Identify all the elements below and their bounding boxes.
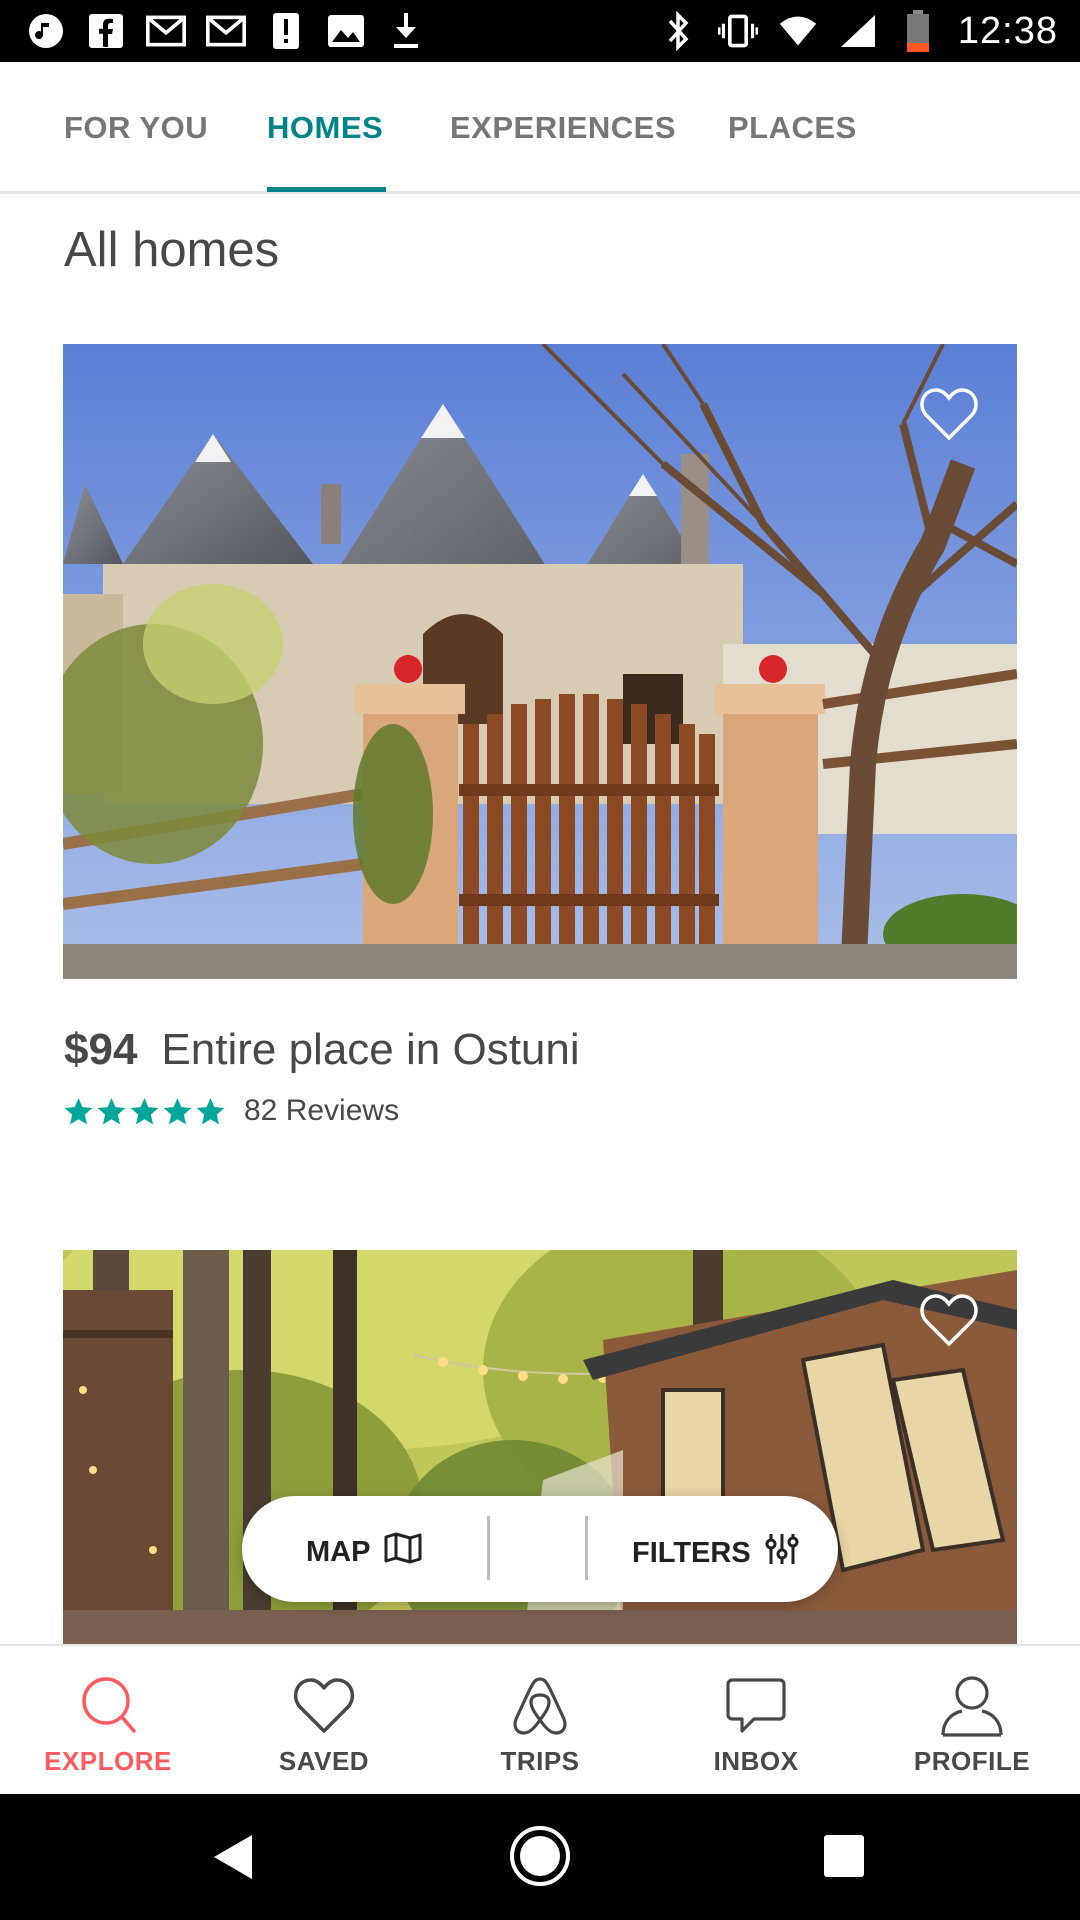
listing-photo[interactable] (63, 344, 1017, 979)
star-icon (97, 1097, 126, 1124)
save-heart-icon[interactable] (919, 1292, 979, 1348)
filters-button-label: FILTERS (632, 1536, 751, 1569)
map-filters-bar: MAP FILTERS (242, 1496, 838, 1602)
active-tab-indicator (267, 187, 386, 192)
filters-button[interactable]: FILTERS (632, 1532, 799, 1574)
section-heading: All homes (64, 223, 280, 277)
alert-icon (266, 11, 306, 51)
map-button-label: MAP (306, 1535, 371, 1568)
nav-explore[interactable]: EXPLORE (0, 1646, 216, 1796)
trulli-house-photo (63, 344, 1017, 979)
tab-places[interactable]: PLACES (728, 110, 857, 146)
wifi-icon (778, 11, 818, 51)
image-icon (326, 11, 366, 51)
person-icon (940, 1674, 1004, 1738)
save-heart-icon[interactable] (919, 386, 979, 442)
vibrate-icon (717, 11, 758, 51)
nav-saved[interactable]: SAVED (216, 1646, 432, 1796)
category-tabs: FOR YOU HOMES EXPERIENCES PLACES (0, 62, 1080, 194)
map-button[interactable]: MAP (306, 1532, 422, 1572)
chat-bubble-icon (724, 1674, 788, 1738)
tab-for-you[interactable]: FOR YOU (64, 110, 208, 146)
star-icon (64, 1097, 93, 1124)
star-icon (196, 1097, 225, 1124)
nav-trips[interactable]: TRIPS (432, 1646, 648, 1796)
system-navigation-bar (0, 1794, 1080, 1920)
airbnb-logo-icon (508, 1674, 572, 1738)
star-rating (63, 1096, 226, 1127)
nav-profile-label: PROFILE (913, 1746, 1031, 1776)
nav-inbox-label: INBOX (713, 1746, 799, 1776)
download-icon (386, 11, 426, 51)
battery-icon (898, 10, 938, 52)
status-bar: 12:38 (0, 0, 1080, 62)
nav-inbox[interactable]: INBOX (648, 1646, 864, 1796)
map-icon (384, 1532, 422, 1572)
tab-homes[interactable]: HOMES (267, 110, 383, 146)
recents-icon[interactable] (823, 1834, 865, 1883)
listing-price: $94 (64, 1025, 138, 1074)
sliders-icon (765, 1532, 799, 1574)
back-icon[interactable] (210, 1832, 256, 1887)
home-icon[interactable] (508, 1824, 572, 1893)
nav-trips-label: TRIPS (500, 1746, 580, 1776)
signal-icon (838, 11, 878, 51)
music-icon (26, 11, 66, 51)
listing-rating: 82 Reviews (63, 1094, 399, 1128)
listing-summary[interactable]: $94 Entire place in Ostuni (64, 1025, 580, 1075)
tab-experiences[interactable]: EXPERIENCES (450, 110, 676, 146)
divider (585, 1516, 588, 1580)
listing-title: Entire place in Ostuni (161, 1025, 580, 1074)
star-icon (163, 1097, 192, 1124)
gmail-icon (206, 11, 246, 51)
heart-icon (292, 1674, 356, 1738)
review-count: 82 Reviews (244, 1094, 400, 1127)
status-time: 12:38 (957, 9, 1058, 52)
facebook-icon (86, 11, 126, 51)
nav-saved-label: SAVED (278, 1746, 370, 1776)
nav-explore-label: EXPLORE (44, 1746, 172, 1776)
star-icon (130, 1097, 159, 1124)
nav-profile[interactable]: PROFILE (864, 1646, 1080, 1796)
bluetooth-icon (658, 11, 698, 51)
gmail-icon (146, 11, 186, 51)
divider (487, 1516, 490, 1580)
search-icon (76, 1674, 140, 1738)
bottom-navigation: EXPLORE SAVED TRIPS INBOX PROFILE (0, 1644, 1080, 1794)
